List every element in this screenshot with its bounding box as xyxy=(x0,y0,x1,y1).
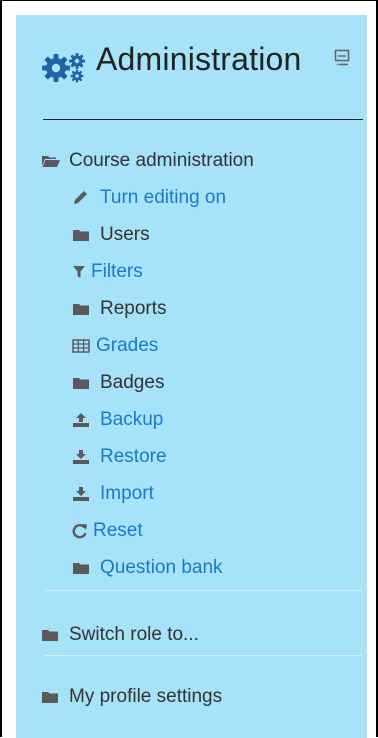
administration-block: Administration Course administration Tur… xyxy=(16,15,367,738)
menu-label: Switch role to... xyxy=(69,624,199,645)
menu-item-badges[interactable]: Badges xyxy=(72,368,164,398)
folder-icon xyxy=(72,226,94,244)
menu-label: Badges xyxy=(100,372,165,393)
page-frame: Administration Course administration Tur… xyxy=(0,0,378,738)
menu-item-users[interactable]: Users xyxy=(72,220,150,250)
block-header: Administration xyxy=(16,15,367,123)
menu-item-question-bank[interactable]: Question bank xyxy=(72,553,223,583)
section-divider xyxy=(44,655,362,656)
header-divider xyxy=(43,119,363,120)
menu-course-administration[interactable]: Course administration xyxy=(41,146,254,176)
menu-label: Restore xyxy=(100,446,167,467)
download-icon xyxy=(72,485,94,503)
menu-item-reports[interactable]: Reports xyxy=(72,294,167,324)
menu-label: Course administration xyxy=(69,150,254,171)
table-icon xyxy=(72,337,92,355)
menu-item-restore[interactable]: Restore xyxy=(72,442,167,472)
download-icon xyxy=(72,448,94,466)
menu-item-backup[interactable]: Backup xyxy=(72,405,163,435)
menu-item-grades[interactable]: Grades xyxy=(72,331,158,361)
section-divider xyxy=(44,590,362,591)
gears-icon xyxy=(42,53,85,83)
pencil-icon xyxy=(72,189,94,207)
folder-icon xyxy=(72,559,94,577)
dock-icon[interactable] xyxy=(334,49,352,67)
menu-item-import[interactable]: Import xyxy=(72,479,154,509)
menu-switch-role[interactable]: Switch role to... xyxy=(41,620,199,650)
menu-label: Backup xyxy=(100,409,164,430)
menu-label: Grades xyxy=(96,335,159,356)
menu-label: Import xyxy=(100,483,154,504)
folder-icon xyxy=(72,374,94,392)
upload-icon xyxy=(72,411,94,429)
folder-icon xyxy=(41,688,63,706)
refresh-icon xyxy=(72,522,90,540)
menu-item-reset[interactable]: Reset xyxy=(72,516,143,546)
filter-icon xyxy=(72,263,88,281)
menu-label: Reports xyxy=(100,298,167,319)
folder-open-icon xyxy=(41,152,63,170)
menu-label: Filters xyxy=(91,261,143,282)
menu-label: Turn editing on xyxy=(100,187,227,208)
menu-my-profile-settings[interactable]: My profile settings xyxy=(41,682,222,712)
menu-label: Question bank xyxy=(100,557,223,578)
folder-icon xyxy=(41,626,63,644)
block-title: Administration xyxy=(96,41,302,77)
menu-label: Users xyxy=(100,224,150,245)
folder-icon xyxy=(72,300,94,318)
menu-label: Reset xyxy=(93,520,143,541)
menu-label: My profile settings xyxy=(69,686,223,707)
menu-item-turn-editing-on[interactable]: Turn editing on xyxy=(72,183,226,213)
menu-item-filters[interactable]: Filters xyxy=(72,257,143,287)
